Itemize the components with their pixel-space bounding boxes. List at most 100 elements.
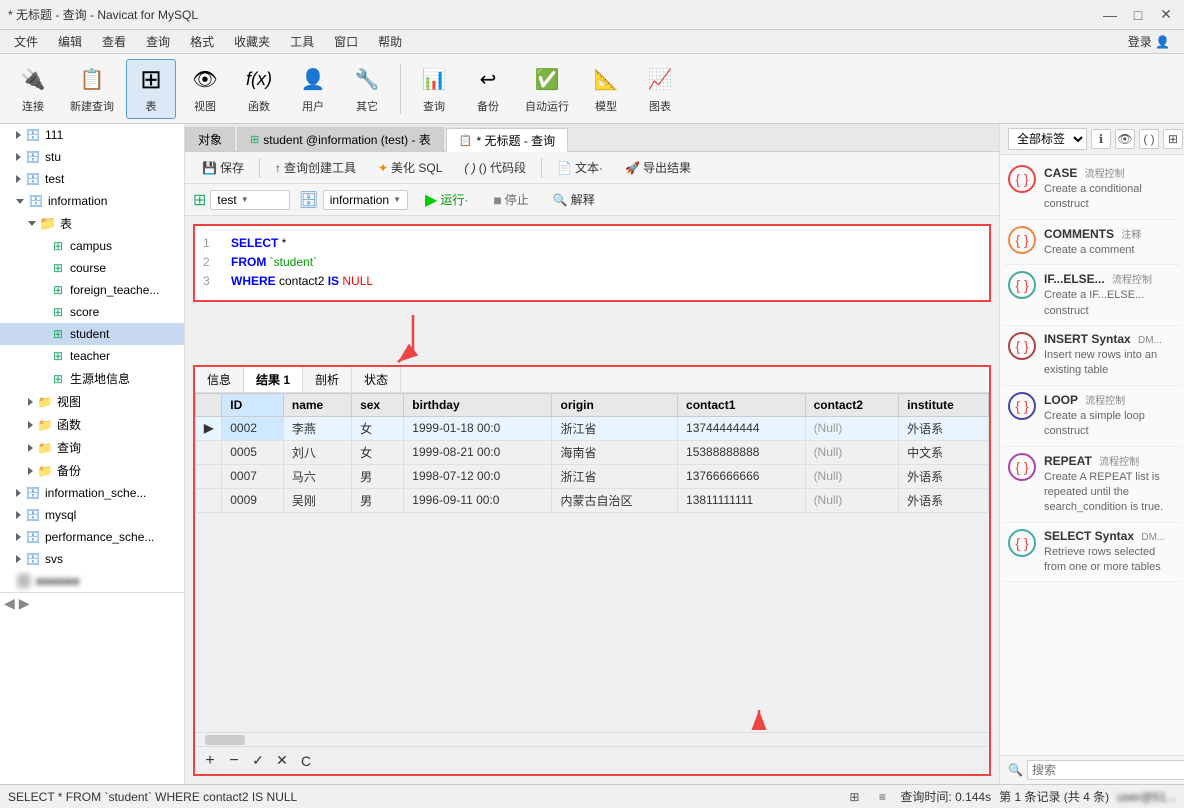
sidebar-item-backup-folder[interactable]: 📁 备份 (0, 459, 184, 482)
beautify-button[interactable]: ✦ 美化 SQL (369, 156, 451, 179)
sidebar-item-info-schema[interactable]: 🗄 information_sche... (0, 482, 184, 504)
sidebar-item-information[interactable]: 🗄 information (0, 190, 184, 212)
toolbar-function[interactable]: f(x) 函数 (234, 59, 284, 119)
table-grid-icon-btn[interactable]: ⊞ (1163, 129, 1183, 149)
maximize-button[interactable]: □ (1128, 5, 1148, 25)
sidebar-item-tables-folder[interactable]: 📁 表 (0, 212, 184, 235)
menu-query[interactable]: 查询 (136, 31, 180, 52)
sidebar-item-student[interactable]: ⊞ student (0, 323, 184, 345)
menu-view[interactable]: 查看 (92, 31, 136, 52)
tab-query[interactable]: 📋 * 无标题 - 查询 (446, 128, 568, 152)
sidebar-item-hidden[interactable]: 🗄 ●●●●●● (0, 570, 184, 592)
table-row[interactable]: 0009 吴刚 男 1996-09-11 00:0 内蒙古自治区 1381111… (196, 488, 989, 512)
scroll-thumb[interactable] (205, 735, 245, 745)
list-view-button[interactable]: ≡ (872, 787, 892, 807)
snippet-repeat[interactable]: { } REPEAT 流程控制 Create A REPEAT list is … (1004, 447, 1180, 523)
toolbar-model[interactable]: 📐 模型 (581, 59, 631, 119)
sidebar-item-svs[interactable]: 🗄 svs (0, 548, 184, 570)
col-institute[interactable]: institute (899, 393, 989, 416)
snippet-loop[interactable]: { } LOOP 流程控制 Create a simple loop const… (1004, 386, 1180, 447)
export-button[interactable]: 🚀 导出结果 (616, 156, 700, 179)
result-tab-result1[interactable]: 结果 1 (244, 367, 303, 392)
sidebar-item-views-folder[interactable]: 📁 视图 (0, 390, 184, 413)
query-builder-button[interactable]: ↑ 查询创建工具 (266, 156, 365, 179)
info-icon-btn[interactable]: ℹ (1091, 129, 1111, 149)
snippet-button[interactable]: ( ) () 代码段 (455, 156, 535, 179)
sidebar-item-functions-folder[interactable]: 📁 函数 (0, 413, 184, 436)
snippet-comments[interactable]: { } COMMENTS 注释 Create a comment (1004, 220, 1180, 265)
sql-editor[interactable]: 1 SELECT * 2 FROM `student` 3 WHERE cont… (193, 224, 991, 302)
snippet-insert[interactable]: { } INSERT Syntax DM... Insert new rows … (1004, 326, 1180, 386)
col-sex[interactable]: sex (352, 393, 404, 416)
sidebar-item-mysql[interactable]: 🗄 mysql (0, 504, 184, 526)
add-row-button[interactable]: + (199, 750, 221, 772)
snippet-case[interactable]: { } CASE 流程控制 Create a conditional const… (1004, 159, 1180, 220)
snippet-ifelse[interactable]: { } IF...ELSE... 流程控制 Create a IF...ELSE… (1004, 265, 1180, 326)
close-button[interactable]: ✕ (1156, 5, 1176, 25)
snippet-select[interactable]: { } SELECT Syntax DM... Retrieve rows se… (1004, 523, 1180, 583)
col-birthday[interactable]: birthday (404, 393, 552, 416)
text-button[interactable]: 📄 文本· (548, 156, 612, 179)
menu-file[interactable]: 文件 (4, 31, 48, 52)
toolbar-other[interactable]: 🔧 其它 (342, 59, 392, 119)
sidebar-item-perf-schema[interactable]: 🗄 performance_sche... (0, 526, 184, 548)
horizontal-scroll[interactable] (195, 732, 989, 746)
tag-filter-select[interactable]: 全部标签 (1008, 128, 1087, 150)
col-name[interactable]: name (283, 393, 351, 416)
col-origin[interactable]: origin (552, 393, 678, 416)
table-row[interactable]: 0007 马六 男 1998-07-12 00:0 浙江省 1376666666… (196, 464, 989, 488)
menu-tools[interactable]: 工具 (280, 31, 324, 52)
db1-select[interactable]: test ▼ (210, 190, 290, 210)
col-id[interactable]: ID (222, 393, 284, 416)
check-button[interactable]: ✓ (247, 750, 269, 772)
col-contact1[interactable]: contact1 (678, 393, 806, 416)
sidebar-item-score[interactable]: ⊞ score (0, 301, 184, 323)
search-input[interactable] (1027, 760, 1184, 780)
toolbar-chart[interactable]: 📈 图表 (635, 59, 685, 119)
result-tab-status[interactable]: 状态 (352, 367, 401, 392)
grid-view-button[interactable]: ⊞ (844, 787, 864, 807)
menu-edit[interactable]: 编辑 (48, 31, 92, 52)
sidebar-item-course[interactable]: ⊞ course (0, 257, 184, 279)
refresh-button[interactable]: C (295, 750, 317, 772)
menu-window[interactable]: 窗口 (324, 31, 368, 52)
sidebar-next-arrow[interactable]: ▶ (19, 595, 30, 612)
sidebar-item-test[interactable]: 🗄 test (0, 168, 184, 190)
table-row[interactable]: 0005 刘八 女 1999-08-21 00:0 海南省 1538888888… (196, 440, 989, 464)
sidebar-item-foreign-teacher[interactable]: ⊞ foreign_teache... (0, 279, 184, 301)
sidebar-item-111[interactable]: 🗄 111 (0, 124, 184, 146)
sidebar-item-teacher[interactable]: ⊞ teacher (0, 345, 184, 367)
sidebar-item-queries-folder[interactable]: 📁 查询 (0, 436, 184, 459)
toolbar-query[interactable]: 📊 查询 (409, 59, 459, 119)
save-button[interactable]: 💾 保存 (193, 156, 253, 179)
menu-favorites[interactable]: 收藏夹 (224, 31, 280, 52)
result-tab-profile[interactable]: 剖析 (303, 367, 352, 392)
toolbar-backup[interactable]: ↩ 备份 (463, 59, 513, 119)
sidebar-item-campus[interactable]: ⊞ campus (0, 235, 184, 257)
login-button[interactable]: 登录 👤 (1118, 31, 1180, 52)
toolbar-user[interactable]: 👤 用户 (288, 59, 338, 119)
delete-row-button[interactable]: − (223, 750, 245, 772)
menu-format[interactable]: 格式 (180, 31, 224, 52)
tab-object[interactable]: 对象 (185, 127, 235, 151)
paren-icon-btn[interactable]: ( ) (1139, 129, 1159, 149)
sidebar-prev-arrow[interactable]: ◀ (4, 595, 15, 612)
stop-button[interactable]: ■ 停止 (485, 189, 536, 210)
tab-student-table[interactable]: ⊞ student @information (test) - 表 (237, 127, 444, 151)
toolbar-new-query[interactable]: 📋 新建查询 (62, 59, 122, 119)
sidebar-item-origin-info[interactable]: ⊞ 生源地信息 (0, 367, 184, 390)
toolbar-view[interactable]: 👁 视图 (180, 59, 230, 119)
cancel-button[interactable]: ✕ (271, 750, 293, 772)
menu-help[interactable]: 帮助 (368, 31, 412, 52)
result-tab-info[interactable]: 信息 (195, 367, 244, 392)
table-row[interactable]: ▶ 0002 李燕 女 1999-01-18 00:0 浙江省 13744444… (196, 416, 989, 440)
run-button[interactable]: ▶ 运行· (416, 187, 477, 213)
col-contact2[interactable]: contact2 (805, 393, 899, 416)
db2-select[interactable]: information ▼ (323, 190, 408, 210)
toolbar-table[interactable]: ⊞ 表 (126, 59, 176, 119)
explain-button[interactable]: 🔍 解释 (545, 189, 603, 210)
toolbar-connect[interactable]: 🔌 连接 (8, 59, 58, 119)
minimize-button[interactable]: — (1100, 5, 1120, 25)
toolbar-auto-run[interactable]: ✅ 自动运行 (517, 59, 577, 119)
eye-icon-btn[interactable]: 👁 (1115, 129, 1135, 149)
